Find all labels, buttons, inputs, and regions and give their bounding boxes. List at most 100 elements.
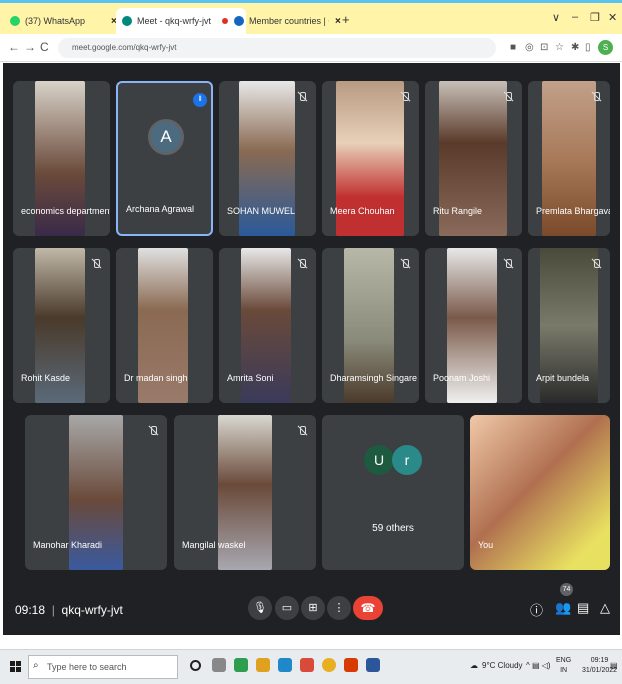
participant-tile[interactable]: Dr madan singh <box>116 248 213 403</box>
participant-tile[interactable]: SOHAN MUWEL <box>219 81 316 236</box>
task-view-icon[interactable] <box>212 658 226 672</box>
notifications-icon[interactable]: ▤ <box>610 661 618 670</box>
mic-button[interactable]: 🎙 <box>248 596 272 620</box>
participant-name: Meera Chouhan <box>330 206 395 216</box>
extensions-icon[interactable]: ✱ <box>571 42 579 53</box>
others-tile[interactable]: U r 59 others <box>322 415 464 570</box>
meet-icon <box>122 16 132 26</box>
maximize-icon[interactable]: ❐ <box>590 11 600 24</box>
tab-search-icon[interactable]: ∨ <box>552 11 560 24</box>
tab-label: (37) WhatsApp <box>25 16 86 26</box>
tab-label: Meet - qkq-wrfy-jvt <box>137 16 212 26</box>
participant-name: economics department <box>21 206 110 216</box>
search-icon: ⌕ <box>33 660 39 671</box>
profile-avatar[interactable]: S <box>598 40 613 55</box>
tab-whatsapp[interactable]: (37) WhatsApp × <box>4 8 123 34</box>
windows-start-icon[interactable] <box>10 661 22 673</box>
region-code: IN <box>560 667 568 674</box>
mic-off-icon <box>590 258 602 270</box>
url-field[interactable]: meet.google.com/qkq-wrfy-jvt <box>58 38 496 58</box>
globe-icon <box>234 16 244 26</box>
participant-count-badge: 74 <box>560 583 573 596</box>
back-icon[interactable]: ← <box>8 40 20 54</box>
file-explorer-icon[interactable] <box>256 658 270 672</box>
mic-off-icon <box>590 91 602 103</box>
participant-name: Dr madan singh <box>124 373 188 383</box>
meeting-info: 09:18 | qkq-wrfy-jvt <box>15 603 123 617</box>
camera-button[interactable]: ▭ <box>275 596 299 620</box>
edge-icon[interactable] <box>278 658 292 672</box>
app-icon[interactable] <box>300 658 314 672</box>
participant-name: Manohar Kharadi <box>33 540 103 550</box>
participant-tile[interactable]: Manohar Kharadi <box>25 415 167 570</box>
language-indicator[interactable]: ENG IN <box>556 656 571 676</box>
office-icon[interactable] <box>344 658 358 672</box>
participant-tile[interactable]: Ritu Rangile <box>425 81 522 236</box>
tab-label: Member countries | Commonwe <box>249 16 329 26</box>
avatar: A <box>148 119 184 155</box>
mic-off-icon <box>399 258 411 270</box>
mic-off-icon <box>502 258 514 270</box>
participant-name: Dharamsingh Singare <box>330 373 418 383</box>
participant-tile[interactable]: Mangilal waskel <box>174 415 316 570</box>
tab-member-countries[interactable]: Member countries | Commonwe × <box>228 8 347 34</box>
participant-tile[interactable]: Premlata Bhargava <box>528 81 610 236</box>
self-tile[interactable]: You <box>470 415 610 570</box>
participant-name: Arpit bundela <box>536 373 590 383</box>
participant-tile[interactable]: Meera Chouhan <box>322 81 419 236</box>
avatar: U <box>364 445 394 475</box>
mic-off-icon <box>399 91 411 103</box>
participant-name: Mangilal waskel <box>182 540 246 550</box>
info-icon[interactable]: ⓘ <box>530 600 543 619</box>
participant-tile[interactable]: Dharamsingh Singare <box>322 248 419 403</box>
mic-off-icon <box>296 258 308 270</box>
participant-tile[interactable]: Poonam Joshi <box>425 248 522 403</box>
participant-name: Rohit Kasde <box>21 373 71 383</box>
mic-off-icon <box>296 91 308 103</box>
participant-tile[interactable]: Arpit bundela <box>528 248 610 403</box>
taskbar-search-input[interactable]: Type here to search <box>28 655 178 679</box>
participant-name: Ritu Rangile <box>433 206 483 216</box>
participant-name: Amrita Soni <box>227 373 274 383</box>
participant-name: You <box>478 540 494 550</box>
camera-icon[interactable]: ■ <box>510 42 516 53</box>
app-icon[interactable] <box>234 658 248 672</box>
leave-call-button[interactable]: ☎ <box>353 596 383 620</box>
chrome-icon[interactable] <box>322 658 336 672</box>
word-icon[interactable] <box>366 658 380 672</box>
mic-off-icon <box>296 425 308 437</box>
star-icon[interactable]: ☆ <box>555 42 564 53</box>
chat-icon[interactable]: ▤ <box>577 600 589 616</box>
sidepanel-icon[interactable]: ▯ <box>585 42 591 53</box>
mic-off-icon <box>147 425 159 437</box>
browser-tab-bar: (37) WhatsApp × Meet - qkq-wrfy-jvt × Me… <box>0 0 622 34</box>
people-icon[interactable]: 👥 <box>555 600 571 616</box>
whatsapp-icon <box>10 16 20 26</box>
activities-icon[interactable]: △ <box>600 600 610 616</box>
participant-tile[interactable]: ⦀ A Archana Agrawal <box>116 81 213 236</box>
reload-icon[interactable]: C <box>40 40 49 54</box>
tab-meet[interactable]: Meet - qkq-wrfy-jvt × <box>116 8 246 34</box>
participant-name: Archana Agrawal <box>126 204 195 214</box>
participant-tile[interactable]: Amrita Soni <box>219 248 316 403</box>
tray-icons[interactable]: ^ ▤ ◁) <box>526 661 551 670</box>
others-count-label: 59 others <box>372 523 414 534</box>
present-button[interactable]: ⊞ <box>301 596 325 620</box>
meeting-time: 09:18 <box>15 603 46 617</box>
forward-icon[interactable]: → <box>24 40 36 54</box>
more-options-button[interactable]: ⋮ <box>327 596 351 620</box>
cortana-icon[interactable] <box>190 660 201 671</box>
new-tab-button[interactable]: + <box>342 12 350 27</box>
weather-text[interactable]: 9°C Cloudy <box>482 661 523 670</box>
weather-icon[interactable]: ☁ <box>470 661 478 670</box>
participant-tile[interactable]: Rohit Kasde <box>13 248 110 403</box>
meet-area: economics department ⦀ A Archana Agrawal… <box>3 63 620 635</box>
close-window-icon[interactable]: ✕ <box>608 11 617 24</box>
minimize-icon[interactable]: – <box>572 11 578 23</box>
participant-tile[interactable]: economics department <box>13 81 110 236</box>
avatar: r <box>392 445 422 475</box>
share-icon[interactable]: ⊡ <box>540 42 548 53</box>
close-icon[interactable]: × <box>335 16 341 27</box>
zoom-icon[interactable]: ◎ <box>525 42 534 53</box>
participant-name: SOHAN MUWEL <box>227 206 296 216</box>
